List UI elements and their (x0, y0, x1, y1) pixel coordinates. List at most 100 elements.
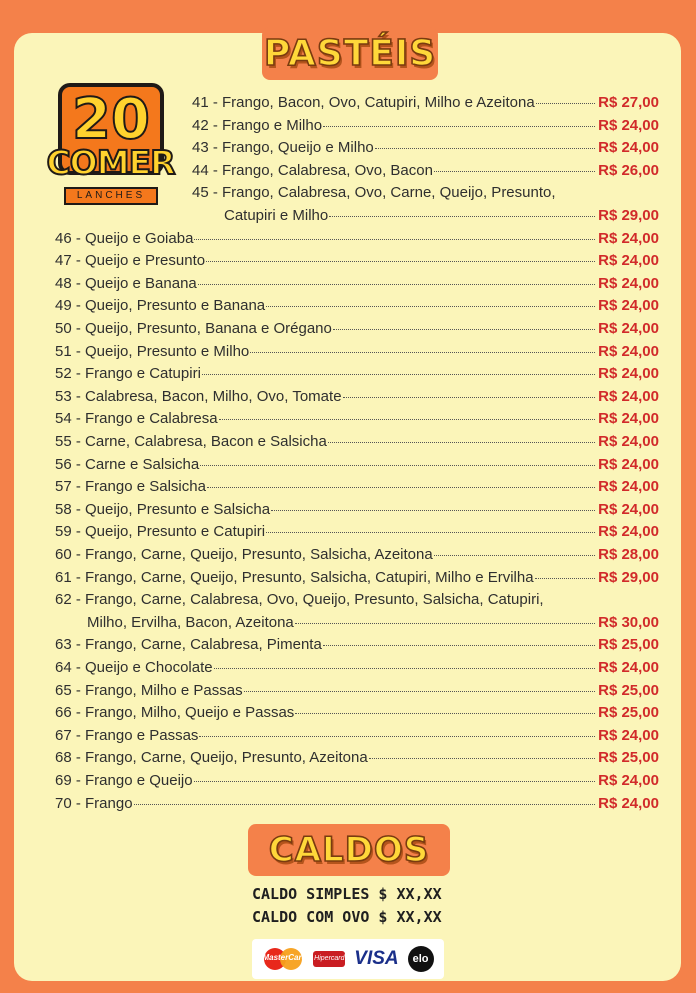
menu-item-price: R$ 24,00 (598, 433, 659, 450)
menu-item: 48 - Queijo e Banana R$ 24,00 (55, 275, 659, 297)
leader-dots (193, 781, 596, 782)
menu-item-price: R$ 24,00 (598, 320, 659, 337)
menu-item-text-cont: Catupiri e Milho (224, 207, 329, 224)
menu-item-price: R$ 24,00 (598, 229, 659, 247)
menu-item: 61 - Frango, Carne, Queijo, Presunto, Sa… (55, 569, 659, 591)
leader-dots (266, 306, 596, 308)
menu-item-price: R$ 24,00 (598, 772, 659, 789)
menu-item-price: R$ 24,00 (598, 410, 659, 428)
menu-item-text: 65 - Frango, Milho e Passas (55, 681, 243, 699)
leader-dots (323, 125, 596, 127)
menu-item: 65 - Frango, Milho e Passas R$ 25,00 (55, 682, 659, 704)
menu-item: 42 - Frango e Milho R$ 24,00 (192, 117, 659, 139)
menu-item-price: R$ 27,00 (598, 94, 659, 111)
menu-item-text: 61 - Frango, Carne, Queijo, Presunto, Sa… (55, 568, 534, 586)
menu-item-text: 51 - Queijo, Presunto e Milho (55, 342, 250, 360)
menu-item-text: 58 - Queijo, Presunto e Salsicha (55, 500, 271, 518)
menu-item-text: 47 - Queijo e Presunto (55, 252, 206, 270)
leader-dots (197, 283, 596, 285)
menu-item-text: 44 - Frango, Calabresa, Ovo, Bacon (192, 161, 433, 179)
menu-item-text: 67 - Frango e Passas (55, 726, 199, 744)
leader-dots (213, 668, 596, 669)
menu-item-price: R$ 24,00 (598, 500, 659, 518)
menu-item-price: R$ 24,00 (598, 387, 659, 405)
leader-dots (201, 374, 596, 376)
menu-item-text: 66 - Frango, Milho, Queijo e Passas (55, 704, 295, 722)
leader-dots (271, 509, 596, 511)
menu-item-text-cont: Milho, Ervilha, Bacon, Azeitona (87, 613, 294, 631)
menu-item: 58 - Queijo, Presunto e Salsicha R$ 24,00 (55, 501, 659, 523)
leader-dots (322, 645, 596, 647)
leader-dots (266, 532, 596, 534)
menu-item: 44 - Frango, Calabresa, Ovo, Bacon R$ 26,… (192, 162, 659, 184)
menu-item: 43 - Frango, Queijo e Milho R$ 24,00 (192, 139, 659, 161)
menu-item: Milho, Ervilha, Bacon, Azeitona R$ 30,00 (87, 614, 659, 636)
menu-item-price: R$ 29,00 (598, 207, 659, 224)
menu-item-price: R$ 25,00 (598, 704, 659, 722)
menu-item-price: R$ 24,00 (598, 139, 659, 157)
menu-item: 52 - Frango e Catupiri R$ 24,00 (55, 365, 659, 387)
menu-item: 67 - Frango e Passas R$ 24,00 (55, 727, 659, 749)
leader-dots (200, 464, 596, 466)
hipercard-icon: Hipercard (313, 951, 346, 967)
menu-item-text: 41 - Frango, Bacon, Ovo, Catupiri, Milho… (192, 94, 535, 111)
leader-dots (294, 622, 596, 624)
menu-item-text: 68 - Frango, Carne, Queijo, Presunto, Az… (55, 749, 368, 767)
menu-item-price: R$ 24,00 (598, 365, 659, 383)
menu-item: 53 - Calabresa, Bacon, Milho, Ovo, Tomat… (55, 388, 659, 410)
menu-item-text: 46 - Queijo e Goiaba (55, 229, 194, 247)
leader-dots (332, 329, 596, 330)
mastercard-label: MasterCard (262, 953, 307, 962)
menu-item: 64 - Queijo e Chocolate R$ 24,00 (55, 659, 659, 681)
menu-item: 69 - Frango e Queijo R$ 24,00 (55, 772, 659, 794)
caldos-title: CALDOS (268, 829, 430, 871)
leader-dots (535, 103, 596, 104)
menu-item-price: R$ 24,00 (598, 478, 659, 496)
menu-item-text: 69 - Frango e Queijo (55, 772, 193, 789)
leader-dots (374, 148, 596, 150)
menu-item: 57 - Frango e Salsicha R$ 24,00 (55, 478, 659, 500)
menu-item-price: R$ 24,00 (598, 252, 659, 270)
leader-dots (199, 735, 596, 737)
menu-item: 55 - Carne, Calabresa, Bacon e Salsicha R… (55, 433, 659, 455)
menu-item: 66 - Frango, Milho, Queijo e Passas R$ 25… (55, 704, 659, 726)
menu-item-text: 48 - Queijo e Banana (55, 274, 197, 292)
menu-item-price: R$ 26,00 (598, 161, 659, 179)
menu-item-text: 57 - Frango e Salsicha (55, 478, 206, 496)
menu-item-price: R$ 24,00 (598, 116, 659, 134)
menu-item-text: 43 - Frango, Queijo e Milho (192, 139, 374, 157)
leader-dots (218, 419, 596, 421)
menu-item-price: R$ 24,00 (598, 342, 659, 360)
leader-dots (329, 216, 596, 217)
menu-item-price: R$ 30,00 (598, 613, 659, 631)
menu-item: 63 - Frango, Carne, Calabresa, Pimenta R$… (55, 636, 659, 658)
menu-item: 54 - Frango e Calabresa R$ 24,00 (55, 410, 659, 432)
elo-icon: elo (407, 946, 434, 972)
leader-dots (243, 690, 596, 692)
menu-item: 70 - Frango R$ 24,00 (55, 795, 659, 817)
leader-dots (206, 261, 596, 263)
menu-item-text: 55 - Carne, Calabresa, Bacon e Salsicha (55, 433, 327, 450)
menu-item-text: 63 - Frango, Carne, Calabresa, Pimenta (55, 636, 322, 654)
menu-item-text: 54 - Frango e Calabresa (55, 410, 218, 428)
leader-dots (342, 396, 596, 398)
menu-item-price: R$ 28,00 (598, 546, 659, 563)
menu-item: 60 - Frango, Carne, Queijo, Presunto, Sa… (55, 546, 659, 568)
leader-dots (133, 803, 596, 805)
menu-item-text: 64 - Queijo e Chocolate (55, 659, 213, 676)
menu-item: 59 - Queijo, Presunto e Catupiri R$ 24,00 (55, 523, 659, 545)
leader-dots (327, 442, 596, 443)
leader-dots (295, 713, 596, 715)
menu-item: Catupiri e Milho R$ 29,00 (224, 207, 659, 229)
pasteis-title-banner: PASTÉIS (262, 27, 438, 80)
caldo-com-ovo: CALDO COM OVO $ XX,XX (252, 908, 442, 926)
menu-item-text: 60 - Frango, Carne, Queijo, Presunto, Sa… (55, 546, 433, 563)
menu-item-price: R$ 24,00 (598, 274, 659, 292)
menu-item-text: 45 - Frango, Calabresa, Ovo, Carne, Quei… (192, 184, 556, 202)
menu-item-text: 70 - Frango (55, 794, 133, 812)
leader-dots (250, 351, 596, 353)
caldos-title-banner: CALDOS (248, 824, 450, 876)
menu-item-text: 49 - Queijo, Presunto e Banana (55, 297, 266, 315)
logo-word: COMER (45, 142, 176, 183)
menu-item-text: 42 - Frango e Milho (192, 116, 323, 134)
